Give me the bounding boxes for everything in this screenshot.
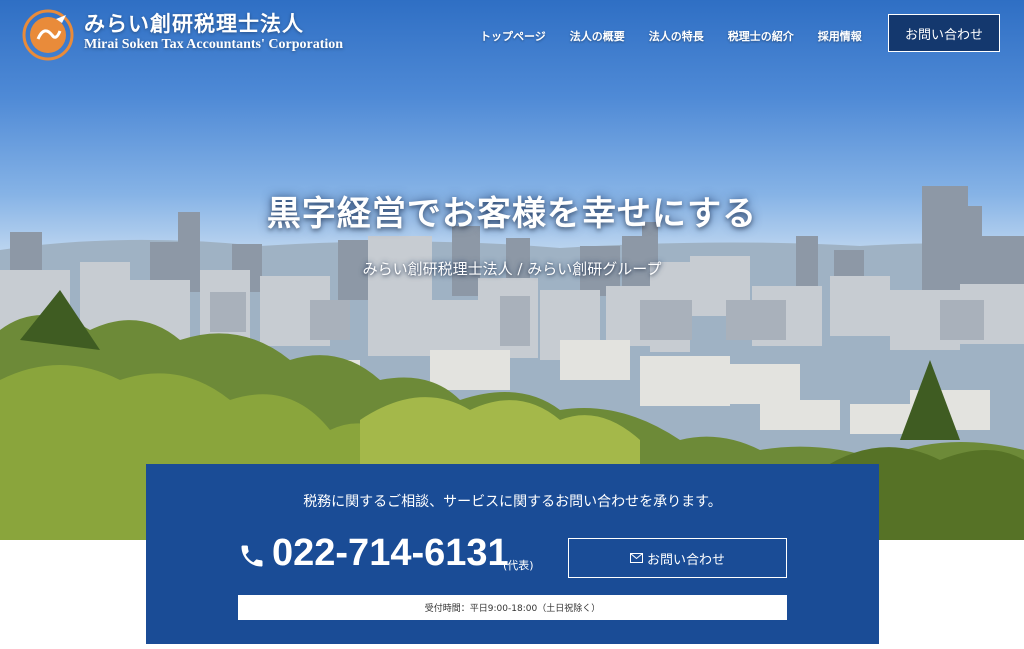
global-nav: トップページ 法人の概要 法人の特長 税理士の紹介 採用情報: [480, 28, 886, 44]
nav-item-top[interactable]: トップページ: [480, 28, 546, 44]
nav-item-overview[interactable]: 法人の概要: [570, 28, 625, 44]
business-hours: 受付時間：平日9:00-18:00（土日祝除く）: [238, 595, 787, 620]
contact-box: 税務に関するご相談、サービスに関するお問い合わせを承ります。 022-714-6…: [146, 464, 879, 644]
nav-item-accountants[interactable]: 税理士の紹介: [728, 28, 794, 44]
header-contact-button[interactable]: お問い合わせ: [888, 14, 1000, 52]
contact-button-label: お問い合わせ: [646, 552, 725, 568]
site-header: みらい創研税理士法人 Mirai Soken Tax Accountants' …: [0, 0, 1024, 70]
hero-catchphrase: 黒字経営でお客様を幸せにする: [266, 194, 758, 234]
phone-note: (代表): [503, 559, 534, 572]
contact-lead-text: 税務に関するご相談、サービスに関するお問い合わせを承ります。: [303, 494, 722, 510]
nav-item-features[interactable]: 法人の特長: [649, 28, 704, 44]
nav-item-recruit[interactable]: 採用情報: [818, 28, 862, 44]
brand-name-en[interactable]: Mirai Soken Tax Accountants' Corporation: [84, 37, 343, 53]
brand-name-jp[interactable]: みらい創研税理士法人: [84, 8, 304, 38]
phone-number[interactable]: 022-714-6131: [272, 532, 509, 575]
company-logo-icon[interactable]: [22, 9, 74, 61]
mail-icon: [629, 553, 643, 563]
hero-subcatch: みらい創研税理士法人 / みらい創研グループ: [362, 260, 662, 278]
phone-icon: [241, 545, 263, 567]
contact-button[interactable]: お問い合わせ: [568, 538, 787, 578]
